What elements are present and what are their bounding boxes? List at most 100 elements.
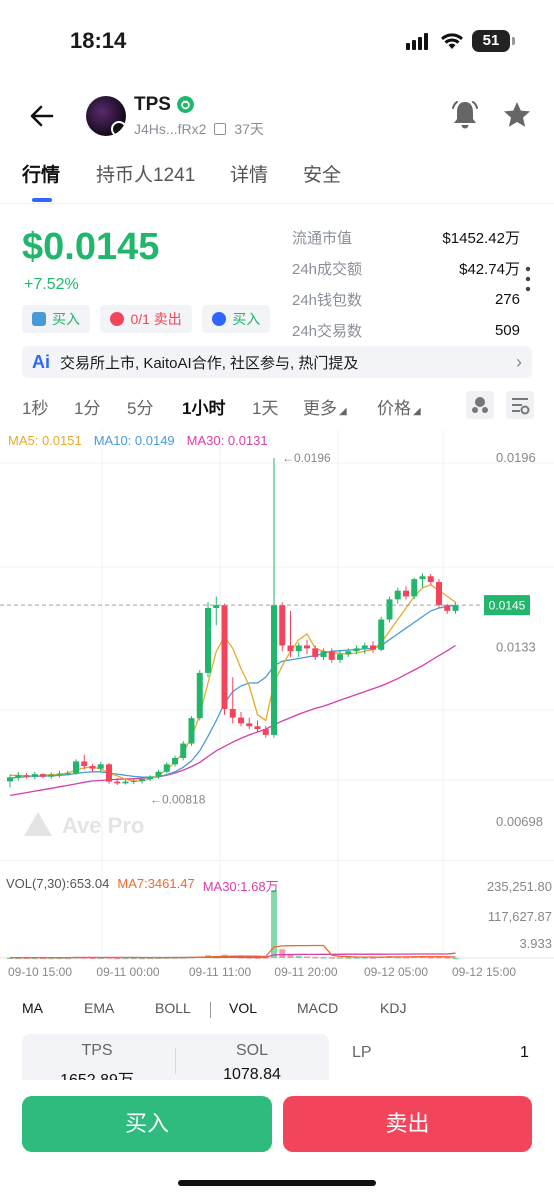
chip-label: 买入 bbox=[52, 311, 80, 327]
copy-icon[interactable] bbox=[214, 123, 227, 135]
more-dots-icon[interactable] bbox=[524, 266, 532, 292]
trade-chips: 买入 0/1 卖出 买入 bbox=[22, 305, 272, 333]
lp-label: LP bbox=[352, 1044, 372, 1061]
candle-body bbox=[411, 579, 418, 597]
sell-button[interactable]: 卖出 bbox=[283, 1096, 532, 1152]
candle-body bbox=[254, 726, 261, 730]
star-icon[interactable] bbox=[502, 100, 532, 130]
dropdown-triangle-icon: ◢ bbox=[339, 406, 347, 417]
status-bar: 18:14 51 bbox=[0, 0, 554, 80]
tab-details[interactable]: 详情 bbox=[230, 160, 268, 187]
trade-chip-sell[interactable]: 0/1 卖出 bbox=[100, 305, 192, 333]
low-price-marker: ←0.00818 bbox=[150, 792, 206, 806]
candle-body bbox=[419, 576, 426, 580]
pool-token-a: TPS 1652.89万 bbox=[22, 1042, 172, 1080]
bottom-action-bar: 买入 卖出 bbox=[0, 1082, 554, 1200]
price-mode[interactable]: 价格 ◢ bbox=[377, 394, 421, 419]
candle-body bbox=[403, 590, 409, 597]
price-mode-label: 价格 bbox=[377, 399, 411, 418]
interval-more[interactable]: 更多 ◢ bbox=[303, 394, 347, 419]
indicator-kdj[interactable]: KDJ bbox=[380, 1000, 406, 1016]
y-axis-tick: 0.0133 bbox=[496, 640, 536, 655]
status-icons: 51 bbox=[406, 30, 515, 52]
indicator-macd[interactable]: MACD bbox=[297, 1000, 338, 1016]
candle-body bbox=[196, 672, 203, 719]
indicator-ema[interactable]: EMA bbox=[84, 1000, 114, 1016]
interval-1d[interactable]: 1天 bbox=[252, 394, 278, 419]
candle-body bbox=[427, 576, 434, 583]
ma-legend: MA5: 0.0151 MA10: 0.0149 MA30: 0.0131 bbox=[8, 433, 268, 448]
interval-1m[interactable]: 1分 bbox=[74, 394, 100, 419]
bot-icon bbox=[212, 312, 227, 326]
candle-body bbox=[114, 781, 121, 784]
candle-body bbox=[15, 775, 22, 778]
ai-summary-banner[interactable]: Ai 交易所上市, KaitoAI合作, 社区参与, 热门提及 › bbox=[22, 346, 532, 378]
stat-row: 24h成交额 $42.74万 bbox=[292, 253, 520, 284]
vol-legend-ma7: MA7:3461.47 bbox=[117, 876, 195, 891]
candle-body bbox=[81, 761, 88, 767]
candle-body bbox=[345, 651, 352, 655]
candle-body bbox=[64, 773, 71, 775]
interval-1h[interactable]: 1小时 bbox=[182, 394, 225, 419]
tab-holders[interactable]: 持币人1241 bbox=[96, 160, 195, 187]
candle-body bbox=[361, 645, 368, 649]
candle-body bbox=[304, 645, 310, 649]
candle-body bbox=[337, 654, 343, 660]
candle-body bbox=[370, 645, 376, 650]
stat-label: 24h钱包数 bbox=[292, 292, 363, 309]
interval-more-label: 更多 bbox=[303, 399, 337, 418]
pool-amount: 1078.84 bbox=[223, 1066, 281, 1080]
candle-body bbox=[452, 605, 459, 611]
x-axis-tick: 09-11 00:00 bbox=[96, 965, 159, 979]
chart-settings-icon[interactable] bbox=[506, 391, 534, 419]
token-name: TPS bbox=[134, 94, 171, 115]
shark-icon bbox=[32, 312, 46, 326]
pool-token-b: SOL 1078.84 bbox=[177, 1042, 327, 1080]
candle-body bbox=[23, 775, 30, 777]
candle-body bbox=[56, 773, 63, 775]
candle-body bbox=[320, 651, 327, 658]
vol-legend-ma30: MA30:1.68万 bbox=[202, 879, 279, 894]
trade-chip-buy[interactable]: 买入 bbox=[22, 305, 90, 333]
pool-divider bbox=[175, 1048, 176, 1074]
candle-body bbox=[73, 761, 79, 774]
stat-row: 流通市值 $1452.42万 bbox=[292, 222, 520, 253]
liquidity-pool-card: TPS 1652.89万 SOL 1078.84 bbox=[22, 1034, 329, 1080]
indicator-vol[interactable]: VOL bbox=[229, 1000, 257, 1016]
high-price-marker: ←0.0196 bbox=[282, 451, 331, 465]
stat-value: $1452.42万 bbox=[442, 230, 520, 247]
tab-security[interactable]: 安全 bbox=[303, 160, 341, 187]
candlestick-chart[interactable]: Ave Pro 0.0145 ←0.0196 ←0.00818 0.0196 0.0133… bbox=[0, 430, 554, 860]
tab-market[interactable]: 行情 bbox=[22, 160, 60, 187]
vol-legend-vol: VOL(7,30):653.04 bbox=[6, 876, 110, 891]
interval-1s[interactable]: 1秒 bbox=[22, 394, 48, 419]
money-bag-icon bbox=[110, 312, 125, 326]
candle-body bbox=[172, 757, 178, 765]
verified-icon bbox=[177, 96, 194, 113]
y-axis-tick: 0.00698 bbox=[496, 814, 543, 829]
indicator-ma[interactable]: MA bbox=[22, 1000, 43, 1016]
candle-body bbox=[238, 717, 244, 724]
interval-5m[interactable]: 5分 bbox=[127, 394, 153, 419]
candle-body bbox=[271, 605, 277, 735]
volume-bar bbox=[345, 957, 352, 959]
candle-body bbox=[31, 774, 38, 777]
chip-label: 0/1 卖出 bbox=[130, 311, 182, 327]
ma10-legend: MA10: 0.0149 bbox=[93, 433, 175, 448]
indicator-boll[interactable]: BOLL bbox=[155, 1000, 191, 1016]
x-axis-tick: 09-12 15:00 bbox=[452, 965, 516, 979]
lp-value: 1 bbox=[520, 1044, 529, 1061]
x-axis-tick: 09-12 05:00 bbox=[364, 965, 428, 979]
buy-button[interactable]: 买入 bbox=[22, 1096, 272, 1152]
candle-body bbox=[97, 764, 104, 769]
stat-value: 509 bbox=[494, 322, 520, 339]
trade-chip-buy-2[interactable]: 买入 bbox=[202, 305, 271, 333]
back-arrow-icon[interactable] bbox=[28, 102, 56, 130]
candle-body bbox=[394, 590, 401, 600]
bell-icon[interactable] bbox=[448, 98, 482, 132]
dropdown-triangle-icon: ◢ bbox=[413, 406, 421, 417]
stats-panel: 流通市值 $1452.42万 24h成交额 $42.74万 24h钱包数 276… bbox=[292, 222, 520, 346]
candle-body bbox=[378, 619, 385, 650]
watermark-text: Ave Pro bbox=[62, 813, 144, 838]
indicator-settings-icon[interactable] bbox=[466, 391, 494, 419]
